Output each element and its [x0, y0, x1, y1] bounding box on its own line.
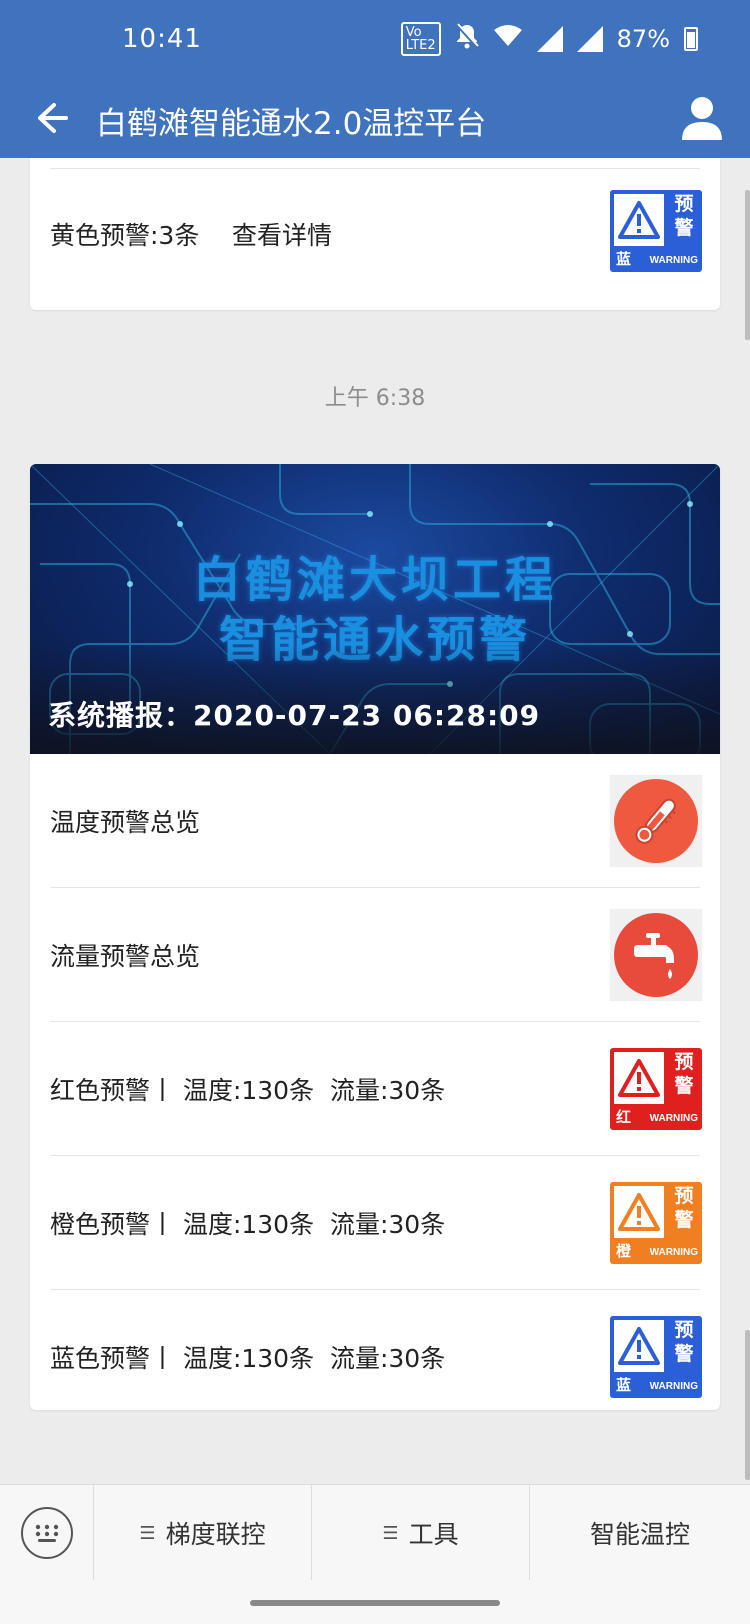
- status-bar: 10:41 Vo LTE2 87%: [0, 0, 750, 82]
- badge-word: 预警: [674, 1185, 694, 1231]
- blue-warning-badge: 预警 蓝 WARNING: [610, 190, 702, 272]
- menu-label: 智能温控: [589, 1520, 690, 1549]
- menu-tools[interactable]: ☰ 工具: [312, 1485, 530, 1581]
- badge-word: 预警: [674, 193, 694, 239]
- faucet-icon: [614, 913, 698, 997]
- red-warning-badge: 预警 红 WARNING: [610, 1048, 702, 1130]
- app-bar: 白鹤滩智能通水2.0温控平台: [0, 82, 750, 158]
- menu-label: 工具: [408, 1520, 459, 1549]
- warning-triangle-icon: [614, 1320, 664, 1372]
- orange-warning-badge: 预警 橙 WARNING: [610, 1182, 702, 1264]
- row-label: 温度预警总览: [50, 808, 201, 837]
- badge-warning-text: WARNING: [649, 1247, 698, 1258]
- badge-color-label: 红: [616, 1108, 632, 1126]
- badge-color-label: 橙: [616, 1242, 632, 1260]
- view-details-link[interactable]: 查看详情: [232, 216, 332, 252]
- system-broadcast: 系统播报：2020-07-23 06:28:09: [48, 699, 541, 732]
- gesture-nav-area: [0, 1580, 750, 1624]
- badge-word: 预警: [674, 1051, 694, 1097]
- badge-word: 预警: [674, 1319, 694, 1365]
- back-arrow-icon[interactable]: [26, 96, 70, 140]
- list-item-blue-warning[interactable]: 蓝色预警丨 温度:130条 流量:30条 预警 蓝 WARNING: [30, 1290, 720, 1410]
- article-banner[interactable]: 白鹤滩大坝工程 智能通水预警 系统播报：2020-07-23 06:28:09: [30, 464, 720, 754]
- badge-warning-text: WARNING: [649, 1381, 698, 1392]
- user-icon[interactable]: [680, 94, 724, 142]
- row-label: 橙色预警丨 温度:130条 流量:30条: [50, 1210, 446, 1239]
- warning-triangle-icon: [614, 1186, 664, 1238]
- menu-smart-temperature[interactable]: 智能温控: [530, 1485, 750, 1581]
- volte-icon: Vo LTE2: [400, 22, 441, 56]
- battery-text: 87%: [616, 25, 670, 53]
- list-item-orange-warning[interactable]: 橙色预警丨 温度:130条 流量:30条 预警 橙 WARNING: [30, 1156, 720, 1290]
- mute-bell-icon: [455, 23, 479, 55]
- row-label: 流量预警总览: [50, 942, 201, 971]
- badge-warning-text: WARNING: [649, 1113, 698, 1124]
- menu-list-icon: ☰: [139, 1522, 156, 1544]
- status-time: 10:41: [122, 24, 202, 54]
- scrollbar[interactable]: [745, 190, 750, 340]
- divider: [50, 168, 700, 169]
- signal-icon: [536, 26, 563, 52]
- previous-message-card[interactable]: 黄色预警:3条 查看详情 预警 蓝 WARNING: [30, 158, 720, 310]
- blue-warning-badge: 预警 蓝 WARNING: [610, 1316, 702, 1398]
- badge-color-label: 蓝: [616, 1376, 632, 1394]
- list-item-red-warning[interactable]: 红色预警丨 温度:130条 流量:30条 预警 红 WARNING: [30, 1022, 720, 1156]
- article-card[interactable]: 白鹤滩大坝工程 智能通水预警 系统播报：2020-07-23 06:28:09 …: [30, 464, 720, 1410]
- status-icons: Vo LTE2 87%: [400, 22, 698, 56]
- bottom-menu-bar: ☰ 梯度联控 ☰ 工具 智能温控: [0, 1484, 750, 1581]
- battery-icon: [684, 27, 698, 51]
- home-indicator[interactable]: [250, 1600, 500, 1606]
- row-label: 蓝色预警丨 温度:130条 流量:30条: [50, 1344, 446, 1373]
- chat-content[interactable]: 黄色预警:3条 查看详情 预警 蓝 WARNING 上午 6:38 白鹤滩大坝工…: [0, 158, 750, 1484]
- list-item-flow-overview[interactable]: 流量预警总览: [30, 888, 720, 1022]
- badge-color-label: 蓝: [616, 250, 632, 268]
- scrollbar[interactable]: [745, 1330, 750, 1480]
- menu-gradient-control[interactable]: ☰ 梯度联控: [94, 1485, 312, 1581]
- list-item-temperature-overview[interactable]: 温度预警总览: [30, 754, 720, 888]
- wifi-icon: [493, 24, 523, 54]
- faucet-thumb: [610, 909, 702, 1001]
- keyboard-toggle-button[interactable]: [0, 1485, 94, 1581]
- warning-triangle-icon: [614, 194, 664, 246]
- row-label: 红色预警丨 温度:130条 流量:30条: [50, 1076, 446, 1105]
- menu-label: 梯度联控: [165, 1520, 266, 1549]
- menu-list-icon: ☰: [382, 1522, 399, 1544]
- signal-icon: [576, 26, 603, 52]
- thermometer-thumb: [610, 775, 702, 867]
- warning-triangle-icon: [614, 1052, 664, 1104]
- yellow-warning-summary: 黄色预警:3条: [50, 221, 200, 250]
- thermometer-icon: [614, 779, 698, 863]
- page-title: 白鹤滩智能通水2.0温控平台: [96, 106, 487, 142]
- message-timestamp: 上午 6:38: [324, 386, 426, 411]
- keyboard-icon: [20, 1507, 73, 1559]
- badge-warning-text: WARNING: [649, 255, 698, 266]
